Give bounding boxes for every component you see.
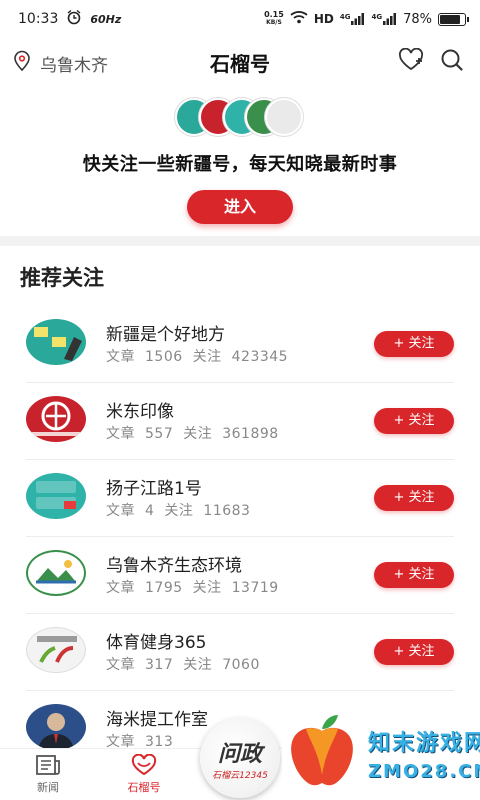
list-item[interactable]: 米东印像 文章 557 关注 361898 + 关注 bbox=[26, 383, 454, 460]
followers-count: 11683 bbox=[203, 503, 251, 519]
app-header: 乌鲁木齐 石榴号 bbox=[0, 40, 480, 84]
account-name: 扬子江路1号 bbox=[106, 479, 202, 499]
battery-icon bbox=[438, 12, 469, 26]
articles-label: 文章 bbox=[106, 580, 135, 596]
list-item[interactable]: 体育健身365 文章 317 关注 7060 + 关注 bbox=[26, 614, 454, 691]
account-name: 米东印像 bbox=[106, 402, 174, 422]
speed-unit: KB/S bbox=[266, 19, 282, 26]
follow-button[interactable]: + 关注 bbox=[374, 485, 454, 511]
tab-news[interactable]: 新闻 bbox=[0, 749, 96, 800]
followers-count: 423345 bbox=[231, 349, 289, 365]
follow-button[interactable]: + 关注 bbox=[374, 331, 454, 357]
overlay-title: 问政 bbox=[217, 741, 262, 767]
add-favorite-icon[interactable] bbox=[398, 47, 424, 76]
wifi-icon bbox=[290, 10, 308, 28]
signal-2-icon: 4G bbox=[371, 13, 397, 25]
account-stats: 文章 317 关注 7060 bbox=[106, 654, 270, 674]
account-name: 海米提工作室 bbox=[106, 710, 208, 730]
site-watermark: 知末游戏网 ZMO28.CN bbox=[282, 706, 480, 800]
network-type: HD bbox=[313, 12, 334, 26]
enter-button[interactable]: 进入 bbox=[187, 190, 293, 224]
followers-count: 361898 bbox=[222, 426, 279, 442]
tab-shiliu[interactable]: 石榴号 bbox=[96, 749, 192, 800]
clock: 10:33 bbox=[18, 11, 59, 27]
account-name: 体育健身365 bbox=[106, 633, 207, 653]
list-item[interactable]: 扬子江路1号 文章 4 关注 11683 + 关注 bbox=[26, 460, 454, 537]
tab-shiliu-label: 石榴号 bbox=[127, 781, 161, 794]
articles-count: 317 bbox=[145, 657, 174, 673]
followers-label: 关注 bbox=[183, 657, 213, 673]
alarm-icon bbox=[66, 9, 82, 29]
signal-1-label: 4G bbox=[339, 13, 351, 21]
followers-label: 关注 bbox=[192, 580, 222, 596]
avatar bbox=[26, 473, 86, 519]
avatar bbox=[26, 396, 86, 442]
list-item[interactable]: 乌鲁木齐生态环境 文章 1795 关注 13719 + 关注 bbox=[26, 537, 454, 614]
network-speed: 0.15 KB/S bbox=[264, 11, 284, 27]
follow-button[interactable]: + 关注 bbox=[374, 408, 454, 434]
watermark-line1: 知末游戏网 bbox=[368, 730, 480, 756]
apple-logo-icon bbox=[282, 709, 362, 797]
account-stats: 文章 1795 关注 13719 bbox=[106, 577, 289, 597]
followers-label: 关注 bbox=[183, 426, 213, 442]
recommended-list: 新疆是个好地方 文章 1506 关注 423345 + 关注 米东印像 文章 557 关注… bbox=[0, 306, 480, 768]
articles-label: 文章 bbox=[106, 657, 135, 673]
recommended-title: 推荐关注 bbox=[20, 266, 104, 290]
account-stats: 文章 557 关注 361898 bbox=[106, 423, 289, 443]
signal-2-label: 4G bbox=[371, 13, 383, 21]
avatar bbox=[26, 550, 86, 596]
articles-count: 4 bbox=[145, 503, 155, 519]
articles-label: 文章 bbox=[106, 503, 135, 519]
pomegranate-heart-icon bbox=[130, 753, 158, 779]
cluster-logo bbox=[265, 98, 303, 136]
account-name: 新疆是个好地方 bbox=[106, 325, 225, 345]
articles-label: 文章 bbox=[106, 426, 135, 442]
followers-count: 13719 bbox=[231, 580, 279, 596]
articles-label: 文章 bbox=[106, 349, 135, 365]
search-icon[interactable] bbox=[440, 48, 464, 76]
promo-text: 快关注一些新疆号，每天知晓最新时事 bbox=[82, 154, 398, 175]
battery-fill bbox=[440, 14, 461, 24]
avatar bbox=[26, 319, 86, 365]
wenzheng-float-button[interactable]: 问政 石榴云12345 bbox=[200, 718, 280, 798]
articles-count: 1506 bbox=[145, 349, 183, 365]
refresh-rate: 60Hz bbox=[90, 12, 122, 26]
follow-button[interactable]: + 关注 bbox=[374, 639, 454, 665]
watermark-line2: ZMO28.CN bbox=[368, 760, 480, 782]
newspaper-icon bbox=[35, 754, 61, 779]
overlay-subtitle: 石榴云12345 bbox=[212, 770, 268, 781]
section-divider bbox=[0, 236, 480, 246]
speed-value: 0.15 bbox=[264, 10, 284, 19]
account-logo-cluster bbox=[175, 98, 305, 138]
signal-1-icon: 4G bbox=[340, 13, 366, 25]
avatar bbox=[26, 704, 86, 750]
tab-news-label: 新闻 bbox=[37, 781, 59, 794]
status-bar: 10:33 60Hz 0.15 KB/S HD 4G 4G 78% bbox=[0, 0, 480, 38]
followers-label: 关注 bbox=[164, 503, 194, 519]
list-item[interactable]: 新疆是个好地方 文章 1506 关注 423345 + 关注 bbox=[26, 306, 454, 383]
avatar bbox=[26, 627, 86, 673]
articles-count: 1795 bbox=[145, 580, 183, 596]
promo-section: 快关注一些新疆号，每天知晓最新时事 进入 bbox=[0, 98, 480, 224]
follow-button[interactable]: + 关注 bbox=[374, 562, 454, 588]
account-name: 乌鲁木齐生态环境 bbox=[106, 556, 242, 576]
account-stats: 文章 4 关注 11683 bbox=[106, 500, 260, 520]
battery-percent: 78% bbox=[403, 11, 432, 27]
articles-count: 557 bbox=[145, 426, 174, 442]
followers-label: 关注 bbox=[192, 349, 222, 365]
account-stats: 文章 1506 关注 423345 bbox=[106, 346, 298, 366]
followers-count: 7060 bbox=[222, 657, 260, 673]
